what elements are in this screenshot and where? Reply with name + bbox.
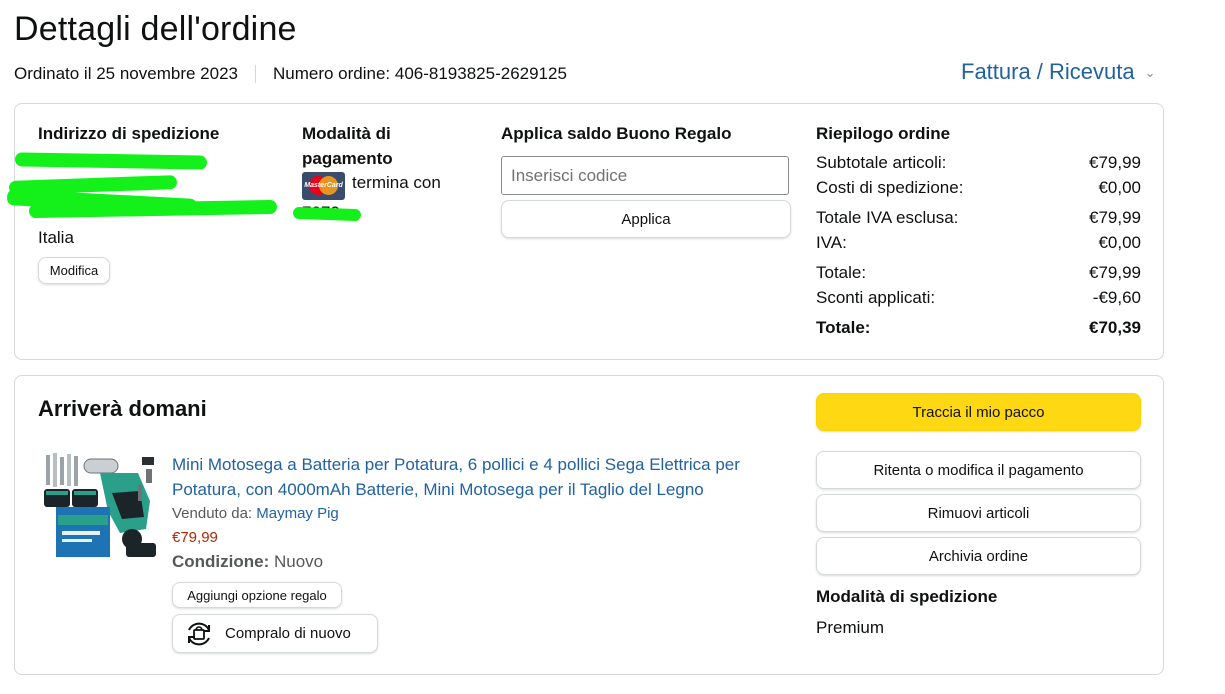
summary-value: €0,00 — [1098, 178, 1141, 197]
product-image[interactable] — [42, 451, 160, 566]
payment-method-title: Modalità di pagamento — [302, 124, 393, 168]
summary-value: €79,99 — [1089, 208, 1141, 227]
card-ending-label: termina con — [352, 173, 441, 192]
arrival-status: Arriverà domani — [38, 396, 207, 421]
summary-label: Totale: — [816, 318, 871, 337]
archive-order-button[interactable]: Archivia ordine — [816, 537, 1141, 575]
summary-row-discount: Sconti applicati: -€9,60 — [816, 285, 1141, 310]
retry-payment-button[interactable]: Ritenta o modifica il pagamento — [816, 451, 1141, 489]
summary-label: Sconti applicati: — [816, 288, 936, 307]
summary-label: Costi di spedizione: — [816, 178, 964, 197]
summary-row-total: Totale: €79,99 — [816, 260, 1141, 285]
product-title-link[interactable]: Mini Motosega a Batteria per Potatura, 6… — [172, 452, 782, 502]
redaction-mark — [292, 206, 362, 222]
apply-gift-button[interactable]: Applica — [501, 200, 791, 238]
shipping-method-title: Modalità di spedizione — [816, 587, 998, 606]
buy-again-label: Compralo di nuovo — [225, 625, 351, 642]
divider — [254, 65, 256, 83]
invoice-dropdown[interactable]: Fattura / Ricevuta ⌄ — [961, 59, 1156, 85]
order-info-card: Indirizzo di spedizione Italia Modifica … — [6, 103, 1164, 360]
condition-label: Condizione: — [172, 552, 270, 571]
page-title: Dettagli dell'ordine — [14, 10, 297, 48]
order-date: Ordinato il 25 novembre 2023 — [14, 64, 238, 83]
invoice-link-label[interactable]: Fattura / Ricevuta — [961, 59, 1135, 85]
shipment-card: Arriverà domani Mini Motosega a Batteria… — [14, 375, 1164, 675]
remove-items-button[interactable]: Rimuovi articoli — [816, 494, 1141, 532]
order-number: Numero ordine: 406-8193825-2629125 — [272, 64, 567, 83]
seller-link[interactable]: Maymay Pig — [256, 505, 339, 522]
mastercard-icon: MasterCard — [302, 172, 345, 200]
redaction-mark — [14, 152, 208, 170]
product-condition: Condizione: Nuovo — [172, 552, 323, 572]
sold-by-label: Venduto da: — [172, 505, 253, 522]
buy-again-button[interactable]: Compralo di nuovo — [172, 614, 378, 653]
add-gift-option-button[interactable]: Aggiungi opzione regalo — [172, 582, 342, 608]
summary-row-subtotal: Subtotale articoli: €79,99 — [816, 150, 1141, 175]
product-price: €79,99 — [172, 529, 218, 546]
summary-label: IVA: — [816, 233, 847, 252]
track-package-button[interactable]: Traccia il mio pacco — [816, 393, 1141, 431]
buy-again-icon — [188, 622, 210, 645]
summary-row-vat: IVA: €0,00 — [816, 230, 1141, 255]
chevron-down-icon: ⌄ — [1144, 65, 1156, 80]
summary-value: €70,39 — [1089, 318, 1141, 337]
gift-balance-title: Applica saldo Buono Regalo — [501, 124, 732, 143]
order-summary-title: Riepilogo ordine — [816, 124, 951, 143]
address-country: Italia — [38, 228, 74, 247]
summary-label: Totale IVA esclusa: — [816, 208, 959, 227]
shipping-method-value: Premium — [816, 618, 885, 637]
summary-row-net: Totale IVA esclusa: €79,99 — [816, 205, 1141, 230]
edit-address-button[interactable]: Modifica — [38, 257, 110, 284]
sold-by: Venduto da: Maymay Pig — [172, 505, 339, 522]
summary-row-grand-total: Totale: €70,39 — [816, 315, 1141, 340]
order-meta: Ordinato il 25 novembre 2023 Numero ordi… — [14, 64, 567, 84]
summary-value: €0,00 — [1098, 233, 1141, 252]
shipping-address-title: Indirizzo di spedizione — [38, 124, 220, 143]
redaction-mark — [28, 199, 278, 219]
summary-value: €79,99 — [1089, 153, 1141, 172]
gift-code-input[interactable]: Inserisci codice — [501, 156, 789, 195]
summary-row-shipping: Costi di spedizione: €0,00 — [816, 175, 1141, 200]
summary-label: Subtotale articoli: — [816, 153, 947, 172]
condition-value: Nuovo — [274, 552, 324, 571]
summary-value: -€9,60 — [1092, 288, 1141, 307]
summary-label: Totale: — [816, 263, 867, 282]
summary-value: €79,99 — [1089, 263, 1141, 282]
